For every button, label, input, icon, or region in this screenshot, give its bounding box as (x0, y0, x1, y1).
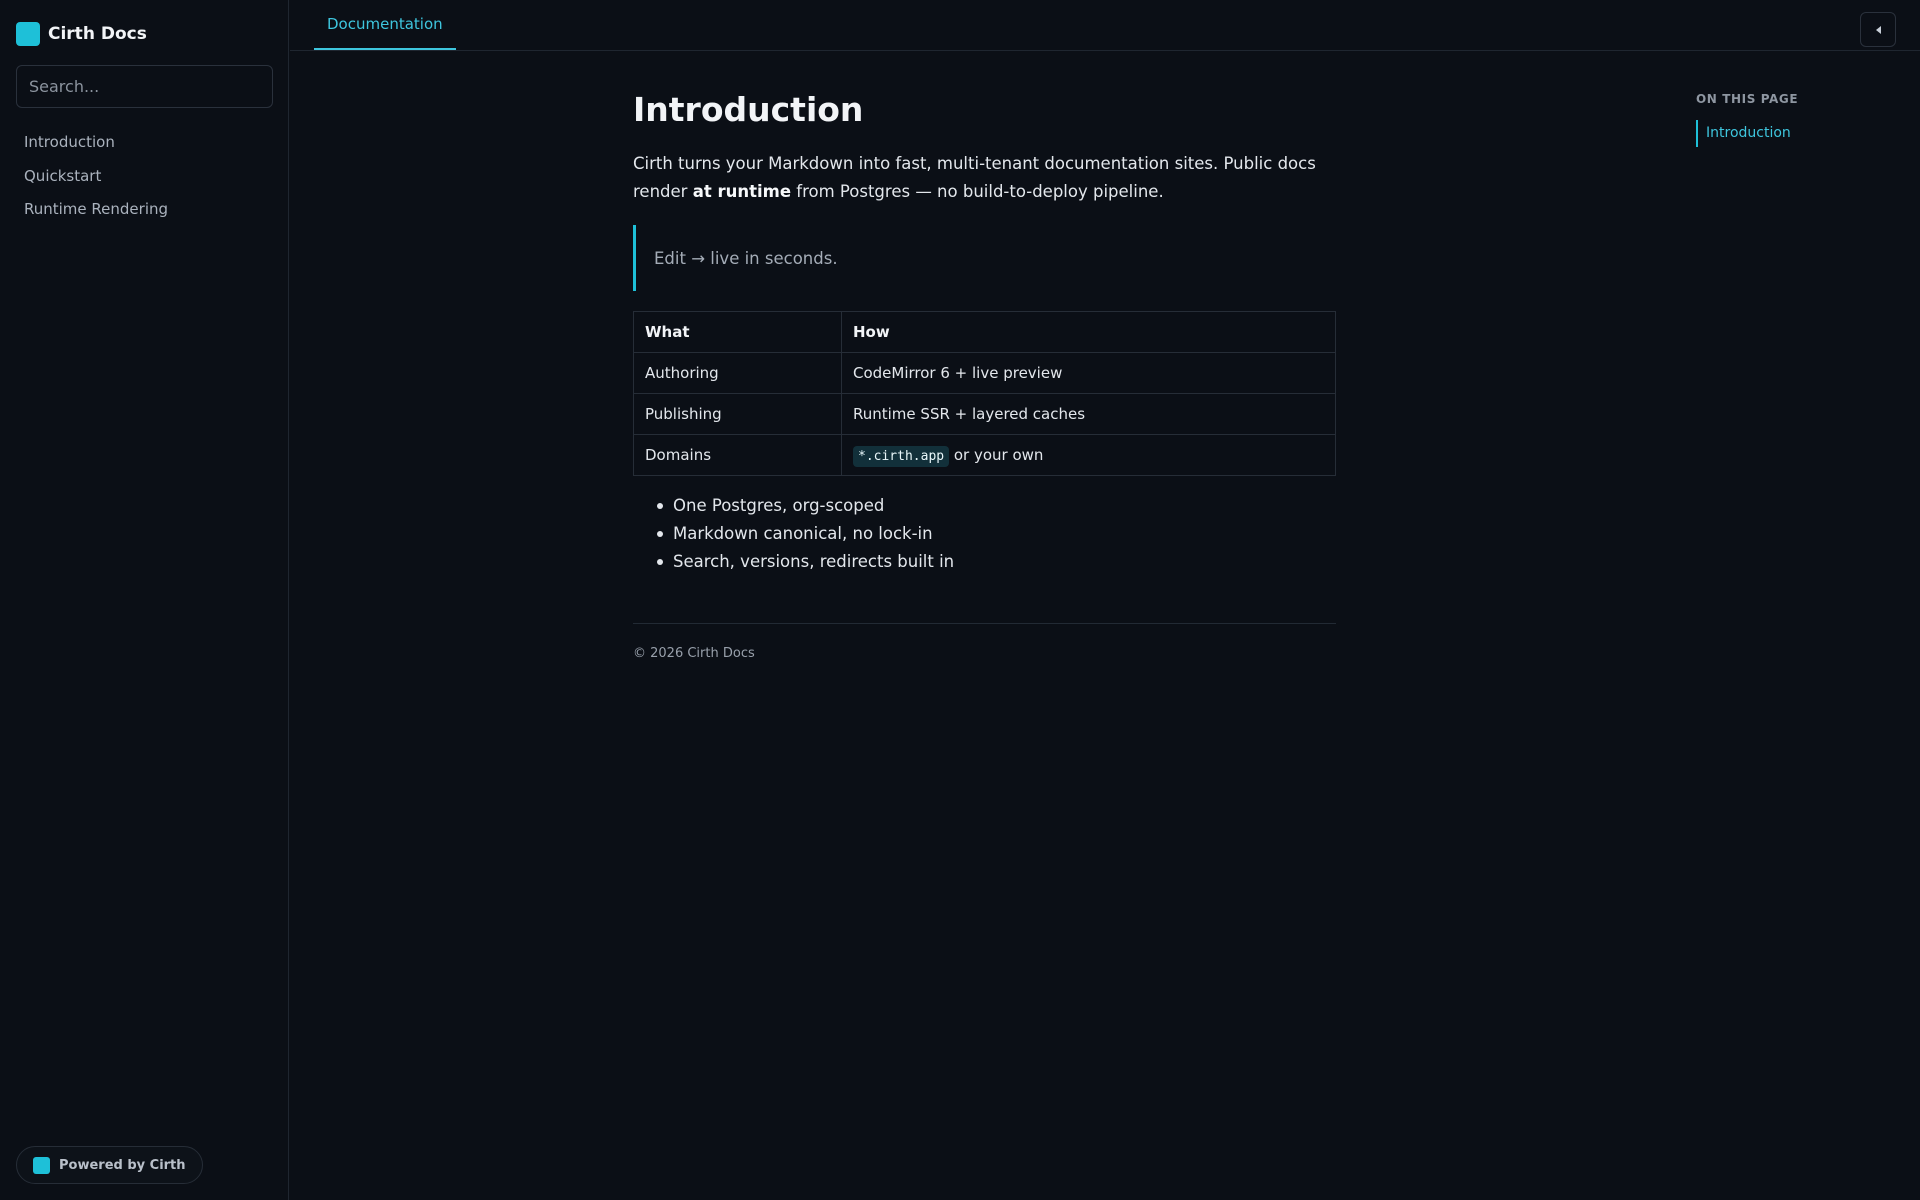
table-row: Publishing Runtime SSR + layered caches (633, 393, 1336, 435)
page-footer: © 2026 Cirth Docs (633, 646, 755, 661)
callout-text: Edit → live in seconds. (654, 248, 838, 268)
powered-by-badge[interactable]: Powered by Cirth (16, 1146, 203, 1184)
table-row: Domains *.cirth.app or your own (633, 434, 1336, 476)
brand[interactable]: Cirth Docs (16, 22, 147, 46)
top-bar: Documentation (290, 0, 1920, 51)
collapse-toc-button[interactable] (1860, 12, 1896, 47)
search-input[interactable] (16, 65, 273, 108)
list-item: Markdown canonical, no lock-in (656, 520, 954, 548)
list-item: One Postgres, org-scoped (656, 492, 954, 520)
tab-documentation[interactable]: Documentation (314, 0, 456, 50)
sidebar-item-quickstart[interactable]: Quickstart (24, 164, 168, 198)
footer-divider (633, 623, 1336, 624)
app-root: Cirth Docs Introduction Quickstart Runti… (0, 0, 1920, 1200)
brand-title: Cirth Docs (48, 24, 147, 44)
on-this-page: ON THIS PAGE Introduction (1696, 92, 1896, 147)
toc-heading: ON THIS PAGE (1696, 92, 1799, 106)
sidebar: Cirth Docs Introduction Quickstart Runti… (0, 0, 289, 1200)
toc-item-introduction[interactable]: Introduction (1696, 120, 1896, 147)
callout-quote: Edit → live in seconds. (633, 225, 1336, 291)
table-cell: CodeMirror 6 + live preview (841, 352, 1336, 394)
table-header-row: What How (633, 311, 1336, 353)
table-row: Authoring CodeMirror 6 + live preview (633, 352, 1336, 394)
table-header-how: How (841, 311, 1336, 353)
feature-table: What How Authoring CodeMirror 6 + live p… (633, 311, 1336, 476)
sidebar-item-runtime-rendering[interactable]: Runtime Rendering (24, 197, 168, 231)
caret-left-icon (1875, 25, 1881, 34)
powered-by-label: Powered by Cirth (59, 1157, 186, 1173)
feature-list: One Postgres, org-scoped Markdown canoni… (656, 492, 954, 576)
table-cell: *.cirth.app or your own (841, 434, 1336, 476)
intro-paragraph: Cirth turns your Markdown into fast, mul… (633, 150, 1336, 206)
table-cell: Publishing (633, 393, 842, 435)
intro-emphasis: at runtime (692, 182, 792, 201)
sidebar-item-introduction[interactable]: Introduction (24, 130, 168, 164)
table-cell: Authoring (633, 352, 842, 394)
sidebar-nav: Introduction Quickstart Runtime Renderin… (24, 130, 168, 231)
table-header-what: What (633, 311, 842, 353)
cirth-logo-icon (33, 1156, 50, 1174)
table-cell: Runtime SSR + layered caches (841, 393, 1336, 435)
table-cell: Domains (633, 434, 842, 476)
intro-text-end: from Postgres — no build-to-deploy pipel… (791, 182, 1164, 201)
brand-logo-icon (16, 22, 40, 46)
table-cell-suffix: or your own (949, 446, 1044, 464)
inline-code: *.cirth.app (853, 446, 950, 467)
list-item: Search, versions, redirects built in (656, 548, 954, 576)
page-title: Introduction (633, 90, 864, 129)
